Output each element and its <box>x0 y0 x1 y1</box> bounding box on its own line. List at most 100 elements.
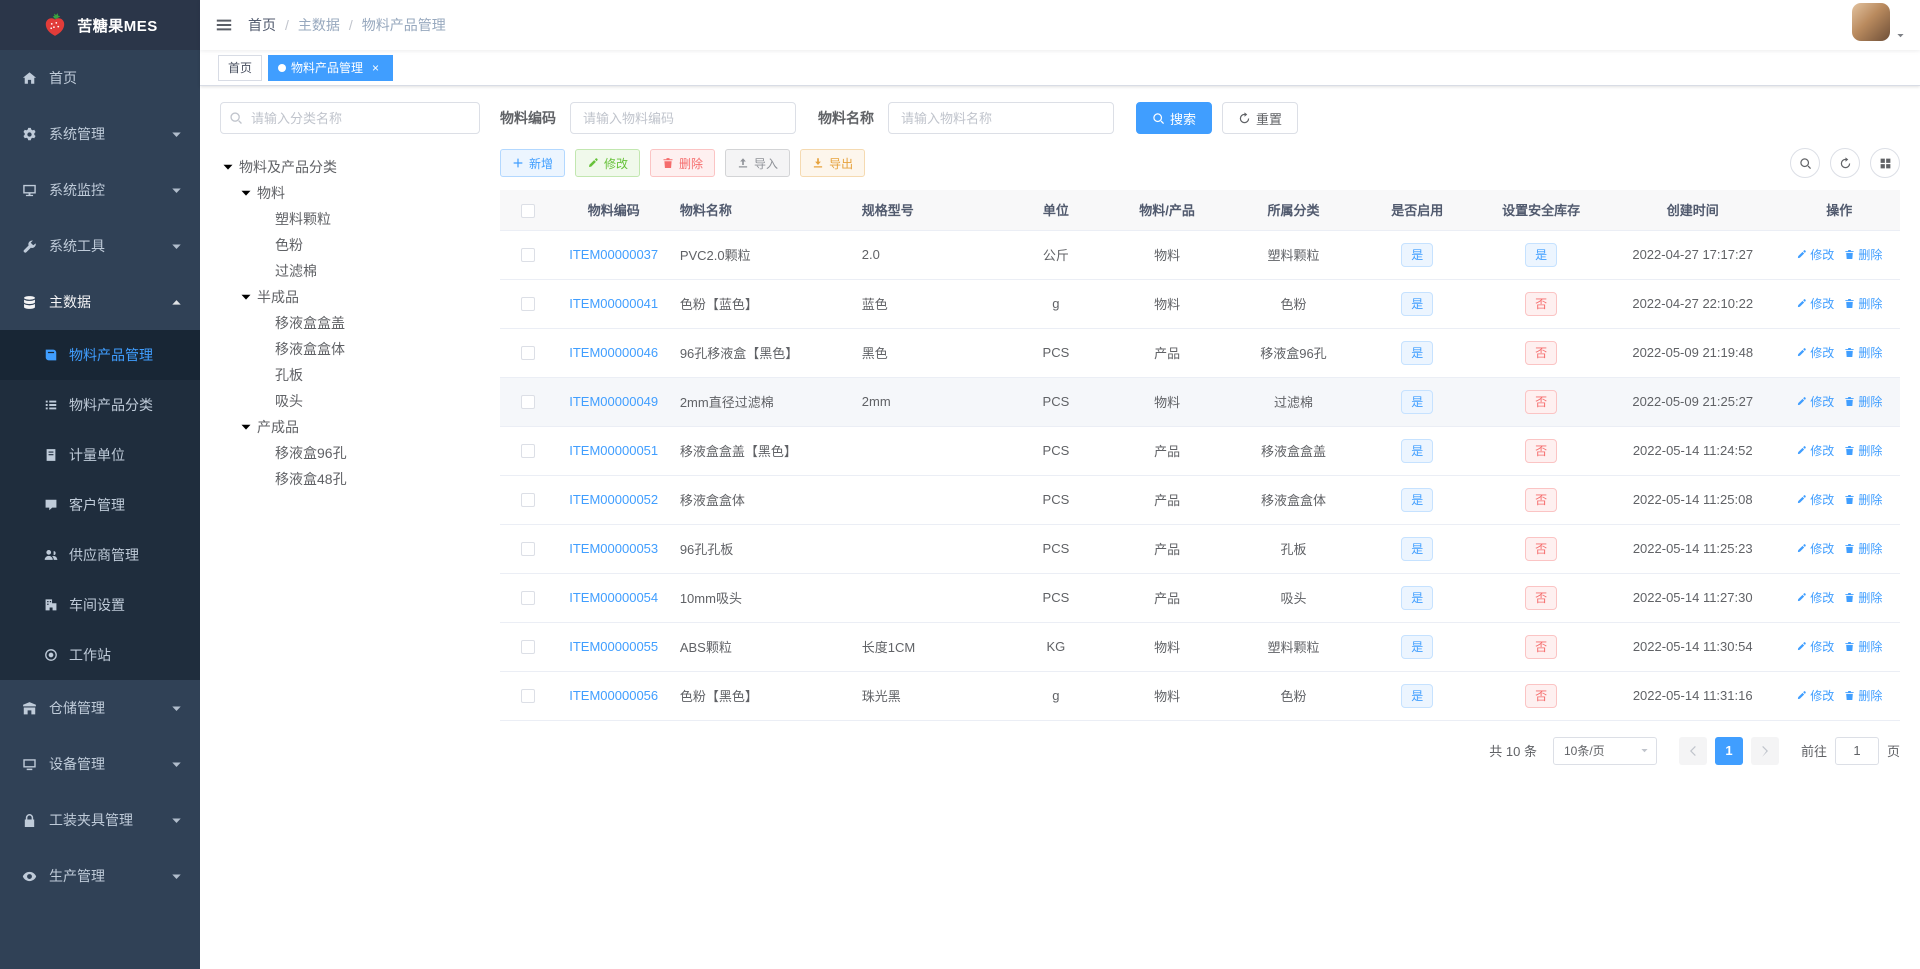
row-checkbox[interactable] <box>520 493 535 508</box>
sidebar-subitem-6[interactable]: 工作站 <box>0 630 200 680</box>
row-checkbox[interactable] <box>520 591 535 606</box>
page-size-select[interactable]: 10条/页 <box>1552 736 1657 765</box>
material-code-input[interactable] <box>570 102 796 134</box>
hamburger-icon[interactable] <box>200 0 248 50</box>
row-edit-link[interactable]: 修改 <box>1796 491 1834 508</box>
sidebar-subitem-0[interactable]: 物料产品管理 <box>0 330 200 380</box>
avatar[interactable] <box>1852 3 1890 41</box>
sidebar-item-5[interactable]: 仓储管理 <box>0 680 200 736</box>
user-menu[interactable] <box>1844 3 1920 47</box>
prev-page-button[interactable] <box>1678 736 1707 765</box>
sidebar-item-6[interactable]: 设备管理 <box>0 736 200 792</box>
row-checkbox[interactable] <box>520 248 535 263</box>
tree-node-12[interactable]: 移液盒48孔 <box>220 466 480 492</box>
columns-button[interactable] <box>1870 148 1900 178</box>
tree-node-5[interactable]: 半成品 <box>220 284 480 310</box>
material-code-link[interactable]: ITEM00000046 <box>569 345 658 360</box>
font-size-icon[interactable] <box>1824 0 1844 50</box>
github-icon[interactable] <box>1764 0 1784 50</box>
search-icon[interactable] <box>1744 0 1764 50</box>
tree-node-3[interactable]: 色粉 <box>220 232 480 258</box>
tab-0[interactable]: 首页 <box>218 54 263 81</box>
table-row-8[interactable]: ITEM00000055 ABS颗粒 长度1CM KG 物料 塑料颗粒 是 否 2022-05-… <box>500 622 1900 672</box>
row-delete-link[interactable]: 删除 <box>1844 638 1882 655</box>
table-row-1[interactable]: ITEM00000041 色粉【蓝色】 蓝色 g 物料 色粉 是 否 2022-04-27 22… <box>500 279 1900 329</box>
row-delete-link[interactable]: 删除 <box>1844 491 1882 508</box>
goto-page-input[interactable] <box>1834 736 1879 765</box>
tree-node-11[interactable]: 移液盒96孔 <box>220 440 480 466</box>
caret-down-icon[interactable] <box>238 419 254 435</box>
toggle-search-button[interactable] <box>1790 148 1820 178</box>
fullscreen-icon[interactable] <box>1804 0 1824 50</box>
table-row-0[interactable]: ITEM00000037 PVC2.0颗粒 2.0 公斤 物料 塑料颗粒 是 是 2022-04… <box>500 230 1900 280</box>
material-code-link[interactable]: ITEM00000054 <box>569 590 658 605</box>
tree-node-9[interactable]: 吸头 <box>220 388 480 414</box>
row-edit-link[interactable]: 修改 <box>1796 295 1834 312</box>
row-checkbox[interactable] <box>520 444 535 459</box>
tree-node-6[interactable]: 移液盒盒盖 <box>220 310 480 336</box>
close-icon[interactable]: × <box>368 60 383 75</box>
category-search-input[interactable] <box>220 102 480 134</box>
delete-button[interactable]: 删除 <box>650 149 716 177</box>
row-edit-link[interactable]: 修改 <box>1796 540 1834 557</box>
sidebar-item-1[interactable]: 系统管理 <box>0 106 200 162</box>
row-delete-link[interactable]: 删除 <box>1844 442 1882 459</box>
table-row-6[interactable]: ITEM00000053 96孔孔板 PCS 产品 孔板 是 否 2022-05-14 11:… <box>500 524 1900 574</box>
row-delete-link[interactable]: 删除 <box>1844 344 1882 361</box>
sidebar-subitem-1[interactable]: 物料产品分类 <box>0 380 200 430</box>
row-edit-link[interactable]: 修改 <box>1796 344 1834 361</box>
sidebar-subitem-2[interactable]: 计量单位 <box>0 430 200 480</box>
row-edit-link[interactable]: 修改 <box>1796 442 1834 459</box>
row-checkbox[interactable] <box>520 297 535 312</box>
row-delete-link[interactable]: 删除 <box>1844 295 1882 312</box>
table-row-4[interactable]: ITEM00000051 移液盒盒盖【黑色】 PCS 产品 移液盒盒盖 是 否 2022-05… <box>500 426 1900 476</box>
select-all-checkbox[interactable] <box>520 203 535 218</box>
reset-button[interactable]: 重置 <box>1222 102 1299 134</box>
caret-down-icon[interactable] <box>238 185 254 201</box>
sidebar-item-2[interactable]: 系统监控 <box>0 162 200 218</box>
row-checkbox[interactable] <box>520 640 535 655</box>
row-checkbox[interactable] <box>520 395 535 410</box>
edit-button[interactable]: 修改 <box>575 149 641 177</box>
material-code-link[interactable]: ITEM00000051 <box>569 443 658 458</box>
row-delete-link[interactable]: 删除 <box>1844 540 1882 557</box>
sidebar-item-7[interactable]: 工装夹具管理 <box>0 792 200 848</box>
material-code-link[interactable]: ITEM00000053 <box>569 541 658 556</box>
sidebar-subitem-5[interactable]: 车间设置 <box>0 580 200 630</box>
tree-node-2[interactable]: 塑料颗粒 <box>220 206 480 232</box>
sidebar-item-8[interactable]: 生产管理 <box>0 848 200 904</box>
table-row-3[interactable]: ITEM00000049 2mm直径过滤棉 2mm PCS 物料 过滤棉 是 否 2022-05… <box>500 377 1900 427</box>
tree-node-4[interactable]: 过滤棉 <box>220 258 480 284</box>
page-1-button[interactable]: 1 <box>1714 736 1743 765</box>
tree-node-7[interactable]: 移液盒盒体 <box>220 336 480 362</box>
table-row-2[interactable]: ITEM00000046 96孔移液盒【黑色】 黑色 PCS 产品 移液盒96孔 是 否 202… <box>500 328 1900 378</box>
row-edit-link[interactable]: 修改 <box>1796 246 1834 263</box>
row-edit-link[interactable]: 修改 <box>1796 393 1834 410</box>
material-code-link[interactable]: ITEM00000055 <box>569 639 658 654</box>
row-delete-link[interactable]: 删除 <box>1844 687 1882 704</box>
search-button[interactable]: 搜索 <box>1136 102 1213 134</box>
table-row-9[interactable]: ITEM00000056 色粉【黑色】 珠光黑 g 物料 色粉 是 否 2022-05-14 1… <box>500 671 1900 721</box>
row-checkbox[interactable] <box>520 689 535 704</box>
row-checkbox[interactable] <box>520 346 535 361</box>
sidebar-item-4[interactable]: 主数据 <box>0 274 200 330</box>
tree-node-1[interactable]: 物料 <box>220 180 480 206</box>
refresh-table-button[interactable] <box>1830 148 1860 178</box>
tree-node-10[interactable]: 产成品 <box>220 414 480 440</box>
caret-down-icon[interactable] <box>238 289 254 305</box>
row-delete-link[interactable]: 删除 <box>1844 393 1882 410</box>
row-delete-link[interactable]: 删除 <box>1844 589 1882 606</box>
table-row-7[interactable]: ITEM00000054 10mm吸头 PCS 产品 吸头 是 否 2022-05-14 11… <box>500 573 1900 623</box>
row-delete-link[interactable]: 删除 <box>1844 246 1882 263</box>
next-page-button[interactable] <box>1750 736 1779 765</box>
app-logo[interactable]: 苦糖果MES <box>0 0 200 50</box>
export-button[interactable]: 导出 <box>800 149 866 177</box>
question-icon[interactable] <box>1784 0 1804 50</box>
sidebar-subitem-4[interactable]: 供应商管理 <box>0 530 200 580</box>
caret-down-icon[interactable] <box>220 159 236 175</box>
tree-node-8[interactable]: 孔板 <box>220 362 480 388</box>
sidebar-item-3[interactable]: 系统工具 <box>0 218 200 274</box>
tree-node-0[interactable]: 物料及产品分类 <box>220 154 480 180</box>
tab-1[interactable]: 物料产品管理 × <box>268 54 394 81</box>
breadcrumb-item-0[interactable]: 首页 <box>248 15 276 35</box>
